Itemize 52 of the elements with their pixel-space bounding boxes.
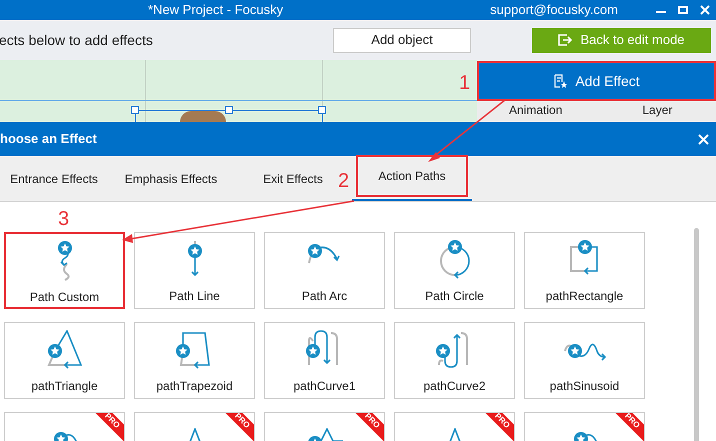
effect-name: Path Arc — [302, 288, 348, 305]
effect-card[interactable]: pathRectangle — [524, 232, 645, 309]
resize-handle[interactable] — [318, 106, 326, 114]
path-icon — [304, 330, 338, 366]
effect-card[interactable]: Path Line — [134, 232, 255, 309]
path-icon — [570, 239, 598, 275]
close-icon[interactable] — [698, 134, 709, 144]
effect-tab[interactable]: Action Paths — [352, 156, 472, 201]
effect-name: pathTrapezoid — [156, 378, 233, 395]
step-number: 2 — [338, 169, 350, 194]
resize-handle[interactable] — [225, 106, 233, 114]
effect-name: pathRectangle — [546, 288, 624, 305]
path-icon — [440, 239, 470, 279]
effect-tab[interactable]: Emphasis Effects — [104, 156, 238, 201]
support-email: support@focusky.com — [490, 1, 618, 20]
exit-icon — [558, 34, 572, 46]
effect-card[interactable]: pathTrapezoid — [134, 322, 255, 399]
effect-tab[interactable]: Entrance Effects — [4, 156, 104, 201]
path-icon — [186, 240, 202, 276]
panel-column-header: Layer — [642, 102, 672, 118]
effect-name: pathCurve2 — [423, 378, 486, 395]
resize-handle[interactable] — [131, 106, 139, 114]
effect-list-icon — [553, 74, 568, 88]
panel-column-header: Animation — [509, 102, 562, 118]
effect-card[interactable]: pathTriangle — [4, 322, 125, 399]
path-icon — [564, 343, 606, 361]
step-number: 1 — [459, 71, 470, 96]
path-icon — [434, 332, 468, 368]
effect-name: pathCurve1 — [293, 378, 356, 395]
effect-card[interactable]: pathCurve1 — [264, 322, 385, 399]
maximize-icon[interactable] — [678, 6, 688, 14]
effect-card[interactable]: Path Circle — [394, 232, 515, 309]
effect-name: Path Circle — [425, 288, 484, 305]
effect-card[interactable]: pathSinusoid — [524, 322, 645, 399]
step-number: 3 — [58, 207, 70, 232]
close-icon[interactable] — [700, 5, 710, 15]
dialog-title: hoose an Effect — [0, 130, 97, 148]
photo-placeholder — [180, 111, 226, 122]
window-title: *New Project - Focusky — [148, 1, 284, 20]
effect-name: pathSinusoid — [550, 378, 620, 395]
effect-card[interactable]: Path Arc — [264, 232, 385, 309]
path-icon — [56, 240, 72, 281]
path-icon — [174, 332, 210, 369]
add-object-button[interactable]: Add object — [333, 28, 471, 52]
add-effect-button[interactable]: Add Effect — [479, 63, 714, 99]
effect-card[interactable]: Path Custom — [4, 232, 125, 309]
effect-name: pathTriangle — [31, 378, 98, 395]
effect-card[interactable]: pathCurve2 — [394, 322, 515, 399]
effect-name: Path Line — [169, 288, 220, 305]
path-icon — [306, 243, 340, 264]
path-icon — [46, 330, 82, 369]
effect-name: Path Custom — [30, 289, 100, 306]
